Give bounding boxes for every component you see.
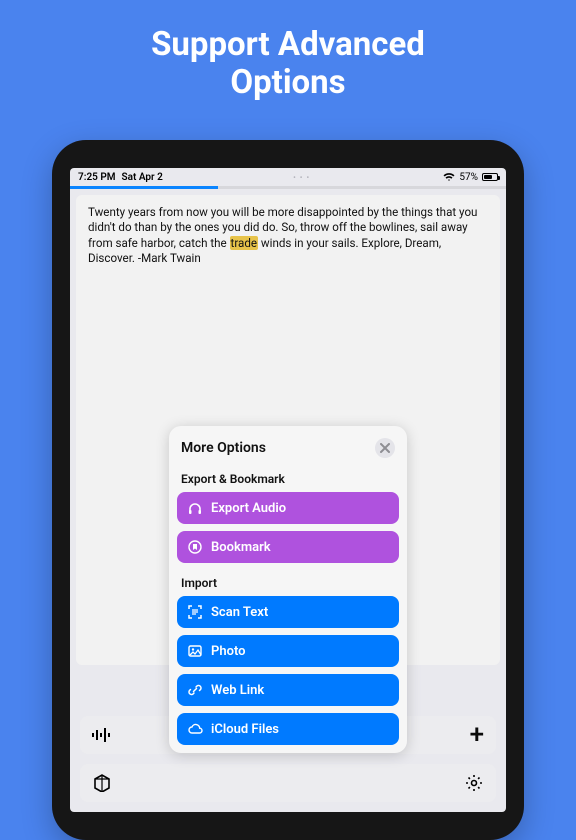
headline-line-1: Support Advanced [0,26,576,64]
section-title-import: Import [177,570,399,596]
scan-icon [187,604,203,620]
export-audio-label: Export Audio [211,501,286,516]
photo-icon [187,643,203,659]
section-title-export: Export & Bookmark [177,466,399,492]
headline-line-2: Options [0,64,576,102]
multitask-dots-icon[interactable]: ••• [293,173,313,182]
scan-text-button[interactable]: Scan Text [177,596,399,628]
read-progress-bar[interactable] [70,186,506,189]
ipad-frame: 7:25 PM Sat Apr 2 ••• 57% Twenty years f… [52,140,524,840]
battery-percent: 57% [459,172,478,183]
battery-icon [482,173,498,181]
highlighted-word: trade [230,236,259,250]
waveform-icon[interactable] [92,725,112,745]
cloud-icon [187,721,203,737]
library-icon[interactable] [92,773,112,793]
web-link-label: Web Link [211,683,264,698]
headphones-icon [187,500,203,516]
popover-title: More Options [181,440,266,456]
status-time: 7:25 PM [78,172,116,183]
icloud-files-label: iCloud Files [211,722,279,737]
photo-button[interactable]: Photo [177,635,399,667]
status-bar: 7:25 PM Sat Apr 2 ••• 57% [70,168,506,186]
bookmark-button[interactable]: Bookmark [177,531,399,563]
web-link-button[interactable]: Web Link [177,674,399,706]
bookmark-label: Bookmark [211,540,271,555]
photo-label: Photo [211,644,246,659]
more-options-popover: More Options Export & Bookmark Export Au… [169,426,407,753]
icloud-files-button[interactable]: iCloud Files [177,713,399,745]
toolbar-secondary [80,764,496,802]
promo-headline: Support Advanced Options [0,0,576,102]
scan-text-label: Scan Text [211,605,268,620]
bookmark-icon [187,539,203,555]
export-audio-button[interactable]: Export Audio [177,492,399,524]
link-icon [187,682,203,698]
wifi-icon [443,172,455,182]
screen: 7:25 PM Sat Apr 2 ••• 57% Twenty years f… [70,168,506,812]
close-icon[interactable] [375,438,395,458]
status-date: Sat Apr 2 [122,172,163,183]
settings-icon[interactable] [464,773,484,793]
